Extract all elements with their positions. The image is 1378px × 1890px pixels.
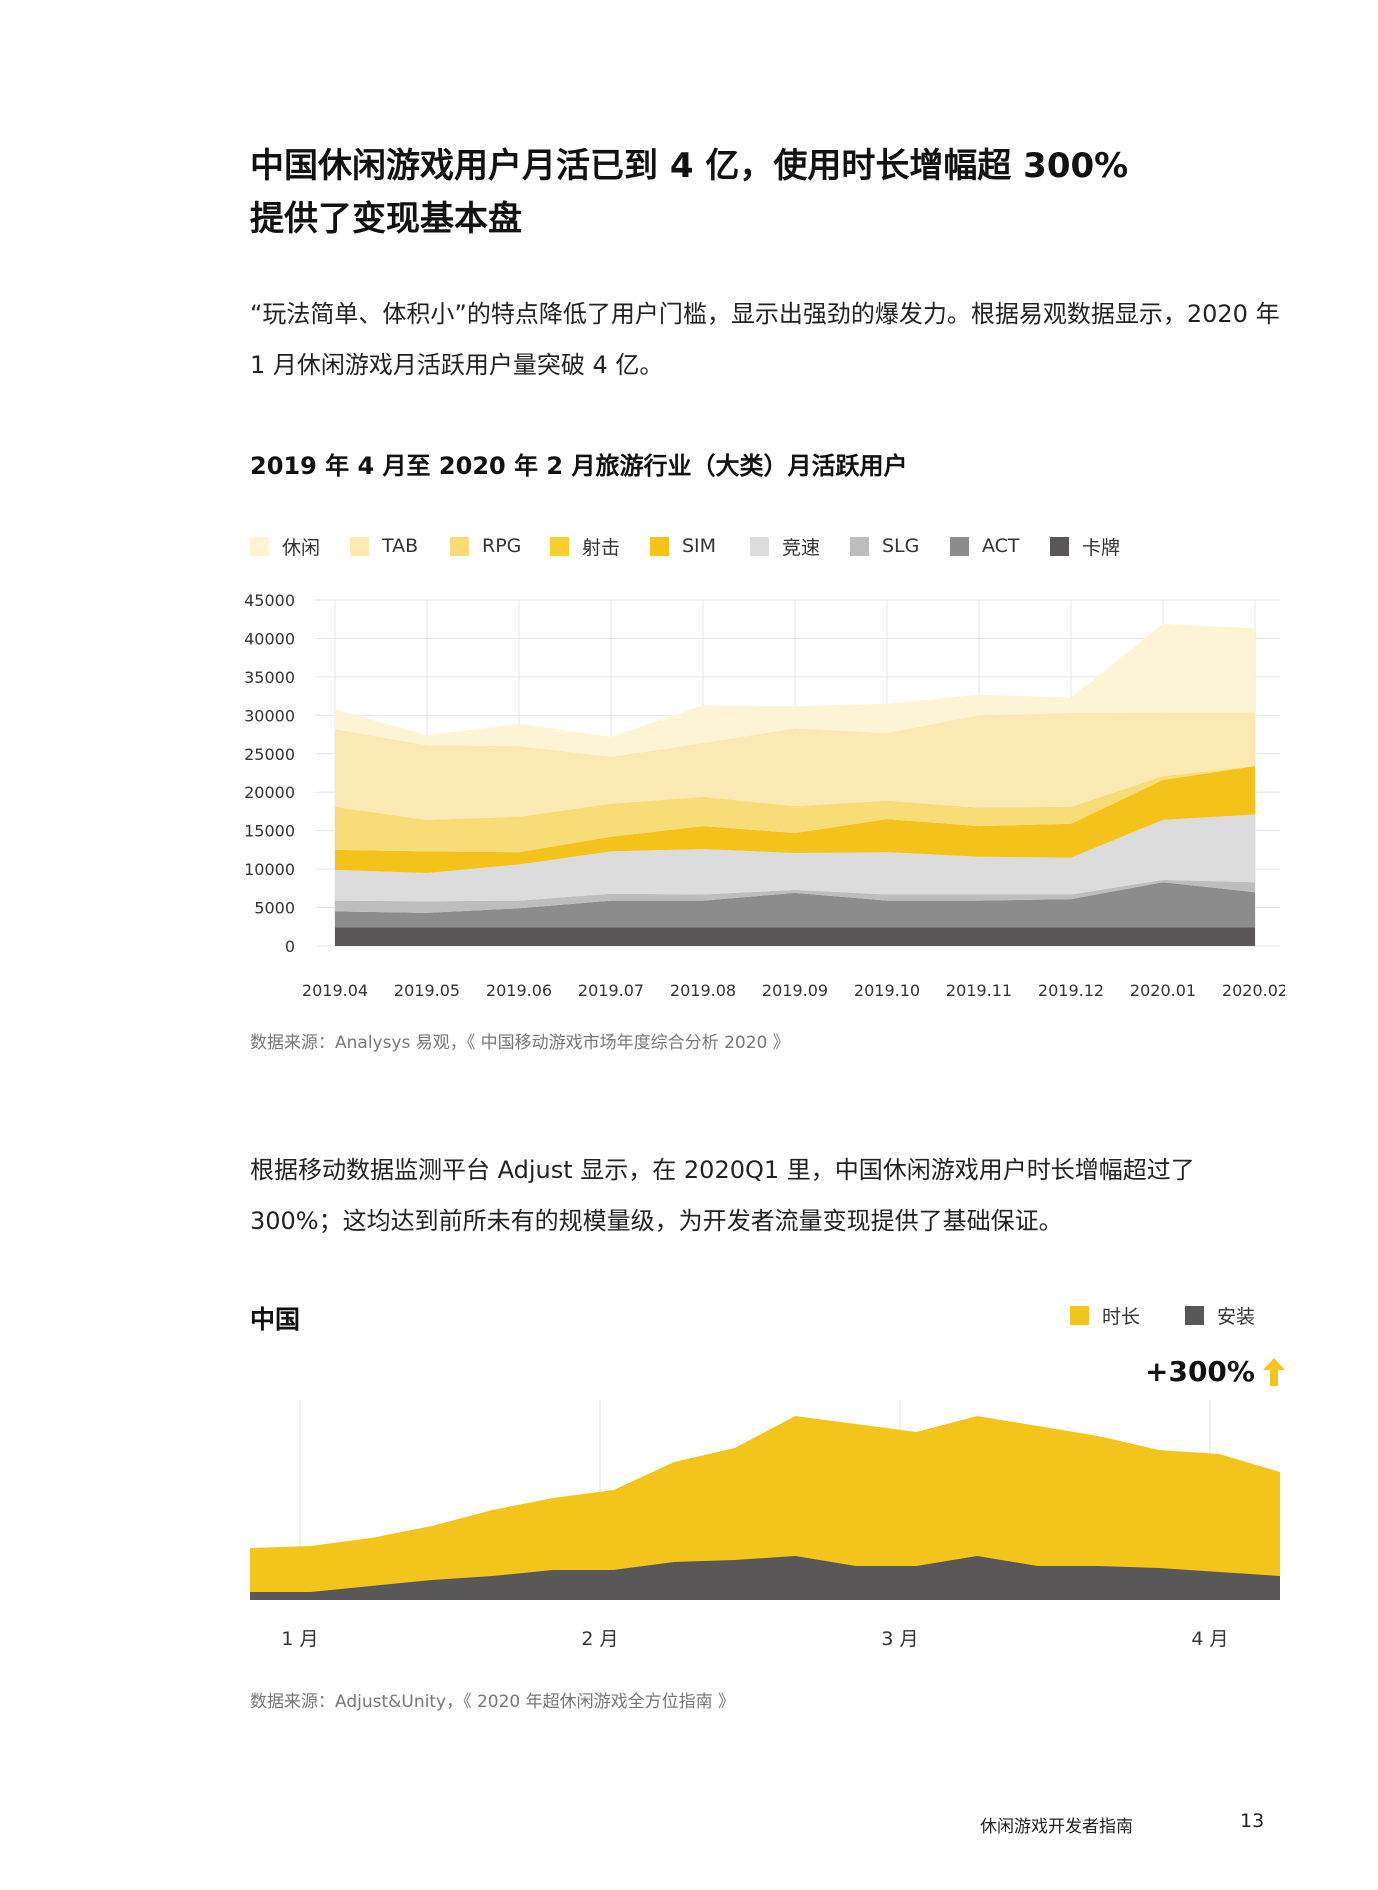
x-tick-label: 2 月 <box>581 1628 618 1650</box>
page-number: 13 <box>1240 1810 1265 1832</box>
x-tick-label: 1 月 <box>281 1628 318 1650</box>
legend-item: SLG <box>850 531 919 561</box>
legend-item: TAB <box>350 531 418 561</box>
y-tick-label: 25000 <box>244 745 295 764</box>
up-arrow-icon <box>1262 1357 1285 1386</box>
legend-swatch <box>1185 1305 1204 1325</box>
y-tick-label: 40000 <box>244 629 295 648</box>
y-tick-label: 20000 <box>244 783 295 802</box>
y-tick-label: 10000 <box>244 860 295 879</box>
legend-swatch <box>950 536 969 556</box>
y-tick-label: 35000 <box>244 668 295 687</box>
area-series-0 <box>335 927 1255 946</box>
legend-swatch <box>750 536 769 556</box>
legend-label: 竞速 <box>782 536 821 559</box>
legend-item: 时长 <box>1070 1300 1140 1330</box>
legend-item: RPG <box>450 531 521 561</box>
x-tick-label: 2019.04 <box>302 981 368 1000</box>
legend-item: ACT <box>950 531 1020 561</box>
second-paragraph: 根据移动数据监测平台 Adjust 显示，在 2020Q1 里，中国休闲游戏用户… <box>250 1156 1195 1235</box>
x-tick-label: 2020.02 <box>1222 981 1285 1000</box>
x-tick-label: 2019.12 <box>1038 981 1104 1000</box>
footer-title: 休闲游戏开发者指南 <box>980 1817 1133 1837</box>
x-tick-label: 2019.09 <box>762 981 828 1000</box>
headline-line-1: 中国休闲游戏用户月活已到 4 亿，使用时长增幅超 300% <box>250 146 1129 186</box>
x-tick-label: 2019.06 <box>486 981 552 1000</box>
y-tick-label: 30000 <box>244 706 295 725</box>
chart1-title: 2019 年 4 月至 2020 年 2 月旅游行业（大类）月活跃用户 <box>250 452 908 480</box>
legend-swatch <box>1070 1305 1089 1325</box>
chart1-legend: 休闲 TAB RPG 射击 SIM 竞速 SLG ACT 卡牌 <box>250 531 1300 561</box>
legend-item: 竞速 <box>750 531 820 561</box>
legend-item: 射击 <box>550 531 620 561</box>
x-tick-label: 2019.11 <box>946 981 1012 1000</box>
legend-swatch <box>350 536 369 556</box>
legend-item: SIM <box>650 531 716 561</box>
chart1-source: 数据来源：Analysys 易观，《 中国移动游戏市场年度综合分析 2020 》 <box>250 1033 790 1053</box>
x-tick-label: 3 月 <box>881 1628 918 1650</box>
x-tick-label: 2020.01 <box>1130 981 1196 1000</box>
x-tick-label: 4 月 <box>1191 1628 1228 1650</box>
legend-label: ACT <box>982 535 1020 557</box>
legend-item: 卡牌 <box>1050 531 1120 561</box>
growth-badge: +300% <box>1145 1355 1285 1388</box>
chart2-title: 中国 <box>250 1305 301 1334</box>
legend-swatch <box>850 536 869 556</box>
legend-label: TAB <box>382 535 419 557</box>
legend-label: 休闲 <box>282 536 321 559</box>
y-tick-label: 15000 <box>244 822 295 841</box>
legend-swatch <box>250 536 269 556</box>
chart1-area-chart: 0 5000 10000 15000 20000 25000 30000 35000 40000… <box>240 590 1285 1010</box>
legend-label: 射击 <box>582 536 621 559</box>
y-tick-label: 0 <box>285 937 295 956</box>
x-tick-label: 2019.05 <box>394 981 460 1000</box>
chart2-area-chart: 1 月 2 月 3 月 4 月 <box>240 1400 1285 1670</box>
legend-label: RPG <box>482 535 522 557</box>
legend-label: SIM <box>682 535 717 557</box>
chart2-legend: 时长 安装 <box>1070 1300 1290 1330</box>
intro-paragraph: “玩法简单、体积小”的特点降低了用户门槛，显示出强劲的爆发力。根据易观数据显示，… <box>250 300 1280 379</box>
x-tick-label: 2019.07 <box>578 981 644 1000</box>
chart2-source: 数据来源：Adjust&Unity，《 2020 年超休闲游戏全方位指南 》 <box>250 1692 736 1712</box>
legend-item: 休闲 <box>250 531 320 561</box>
legend-swatch <box>550 536 569 556</box>
y-tick-label: 45000 <box>244 591 295 610</box>
legend-swatch <box>450 536 469 556</box>
headline-line-2: 提供了变现基本盘 <box>250 199 522 239</box>
y-tick-label: 5000 <box>254 899 295 918</box>
growth-value: +300% <box>1145 1355 1255 1388</box>
legend-label: 时长 <box>1102 1305 1141 1328</box>
x-tick-label: 2019.08 <box>670 981 736 1000</box>
legend-swatch <box>1050 536 1069 556</box>
x-tick-label: 2019.10 <box>854 981 920 1000</box>
legend-swatch <box>650 536 669 556</box>
legend-label: SLG <box>882 535 920 557</box>
legend-item: 安装 <box>1185 1300 1255 1330</box>
legend-label: 卡牌 <box>1082 536 1121 559</box>
legend-label: 安装 <box>1217 1305 1256 1328</box>
page-headline: 中国休闲游戏用户月活已到 4 亿，使用时长增幅超 300% 提供了变现基本盘 <box>250 140 1250 246</box>
